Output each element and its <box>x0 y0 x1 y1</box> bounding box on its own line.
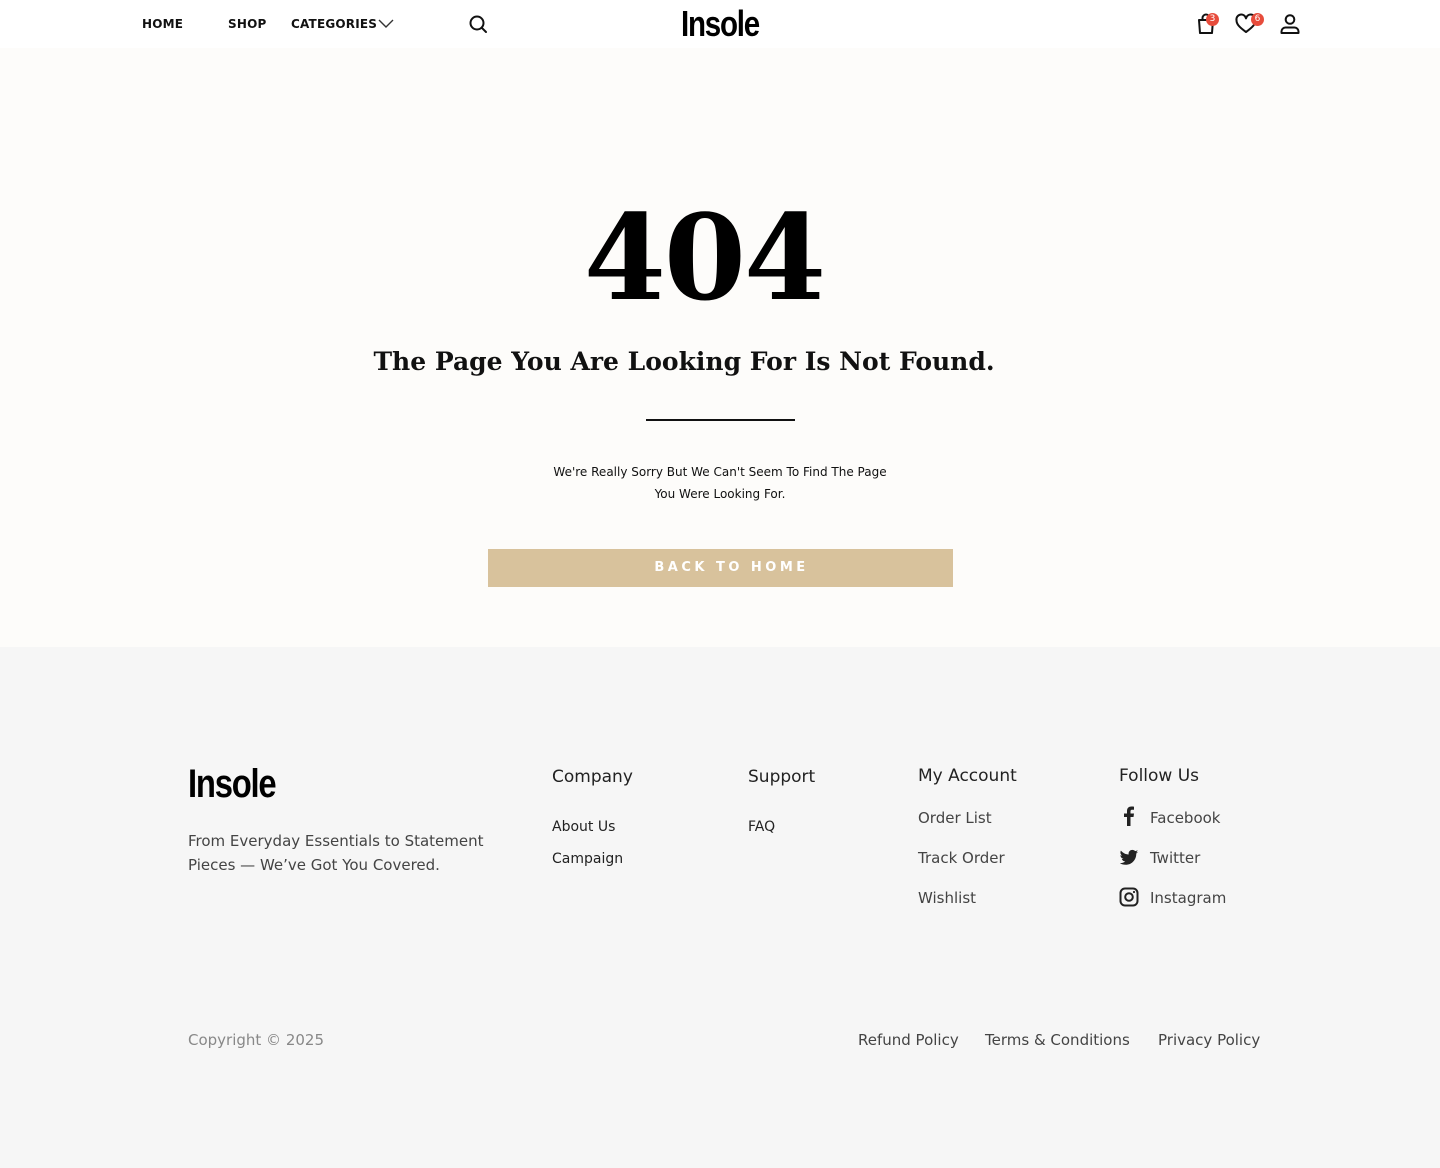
error-message: We're Really Sorry But We Can't Seem To … <box>540 461 900 505</box>
privacy-policy-link[interactable]: Privacy Policy <box>1158 1031 1260 1049</box>
error-message-line-1: We're Really Sorry But We Can't Seem To … <box>553 465 887 479</box>
copyright-text: Copyright © 2025 <box>188 1031 325 1049</box>
instagram-icon[interactable] <box>1119 887 1139 907</box>
not-found-section: 404 The Page You Are Looking For Is Not … <box>0 48 1440 647</box>
site-footer: Insole From Everyday Essentials to State… <box>0 647 1440 1168</box>
site-logo[interactable]: Insole <box>130 3 1311 45</box>
order-list-link[interactable]: Order List <box>918 809 992 827</box>
cart-count-badge: 3 <box>1206 13 1219 26</box>
footer-logo[interactable]: Insole <box>188 762 277 807</box>
refund-policy-link[interactable]: Refund Policy <box>858 1031 959 1049</box>
track-order-link[interactable]: Track Order <box>918 849 1005 867</box>
my-account-heading: My Account <box>918 766 1017 786</box>
back-to-home-button[interactable]: BACK TO HOME <box>488 549 953 587</box>
error-message-line-2: You Were Looking For. <box>654 487 786 501</box>
facebook-link[interactable]: Facebook <box>1150 809 1220 827</box>
instagram-link[interactable]: Instagram <box>1150 889 1226 907</box>
twitter-link[interactable]: Twitter <box>1150 849 1200 867</box>
error-code: 404 <box>583 188 826 327</box>
footer-description: From Everyday Essentials to Statement Pi… <box>188 832 484 874</box>
campaign-link[interactable]: Campaign <box>552 851 623 867</box>
about-us-link[interactable]: About Us <box>552 819 615 835</box>
user-icon[interactable] <box>1278 12 1302 36</box>
wishlist-count-badge: 6 <box>1251 13 1264 26</box>
divider <box>646 419 795 421</box>
support-heading: Support <box>748 767 816 787</box>
facebook-icon[interactable] <box>1119 806 1139 826</box>
wishlist-link[interactable]: Wishlist <box>918 889 976 907</box>
company-heading: Company <box>552 767 633 787</box>
terms-conditions-link[interactable]: Terms & Conditions <box>985 1031 1130 1049</box>
follow-us-heading: Follow Us <box>1119 766 1200 786</box>
error-title: The Page You Are Looking For Is Not Foun… <box>373 347 995 376</box>
twitter-icon[interactable] <box>1119 848 1139 868</box>
site-header: HOME SHOP CATEGORIES Insole 3 6 <box>0 0 1440 48</box>
faq-link[interactable]: FAQ <box>748 819 775 835</box>
